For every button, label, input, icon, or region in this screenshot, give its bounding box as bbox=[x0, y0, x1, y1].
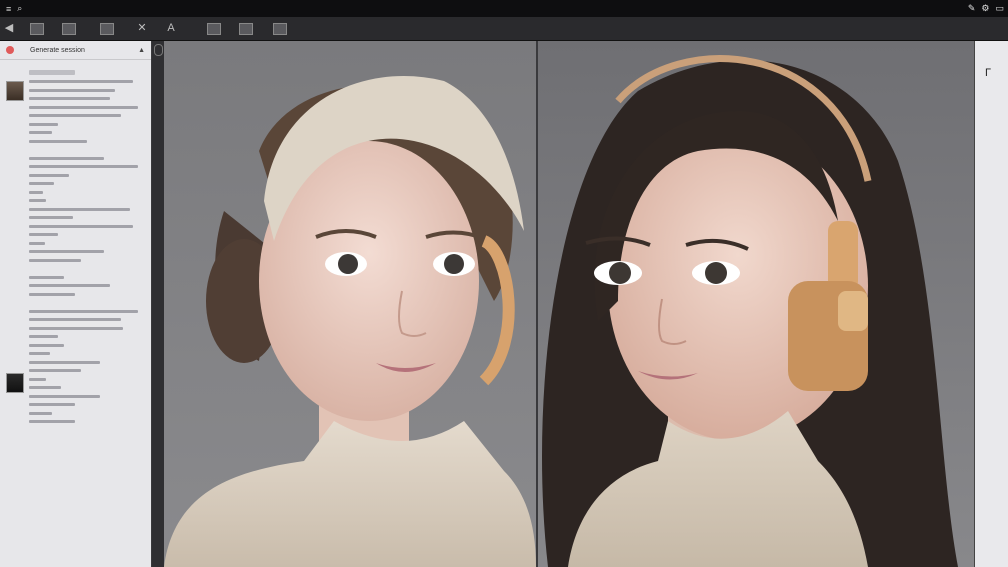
panel-glyph[interactable]: Γ bbox=[985, 67, 991, 79]
list-item[interactable] bbox=[29, 250, 104, 253]
list-item[interactable] bbox=[29, 139, 87, 143]
layers-icon[interactable] bbox=[62, 23, 76, 35]
list-item[interactable] bbox=[29, 292, 75, 296]
list-item[interactable] bbox=[29, 275, 64, 279]
list-item[interactable] bbox=[29, 352, 50, 355]
history-thumbnail[interactable] bbox=[6, 373, 24, 393]
properties-panel: Γ bbox=[974, 41, 1008, 567]
history-list bbox=[29, 64, 144, 423]
list-item[interactable] bbox=[29, 173, 70, 177]
list-item[interactable] bbox=[29, 403, 75, 406]
list-item[interactable] bbox=[29, 216, 73, 219]
list-item[interactable] bbox=[29, 369, 81, 372]
close-icon[interactable]: ✕ bbox=[136, 21, 148, 35]
list-item[interactable] bbox=[29, 326, 124, 330]
frame-icon[interactable] bbox=[207, 23, 221, 35]
list-item[interactable] bbox=[29, 122, 58, 126]
list-item[interactable] bbox=[29, 97, 110, 100]
list-item[interactable] bbox=[29, 114, 121, 117]
list-item[interactable] bbox=[29, 420, 75, 423]
list-item[interactable] bbox=[29, 386, 62, 389]
list-item[interactable] bbox=[29, 69, 75, 75]
system-tray: ✎ ⚙ ▭ bbox=[968, 0, 1004, 17]
search-icon[interactable]: ⌕ bbox=[17, 3, 22, 14]
window-icon[interactable]: ▭ bbox=[995, 3, 1004, 14]
list-item[interactable] bbox=[29, 360, 101, 364]
menu-icon[interactable]: ≡ bbox=[6, 4, 11, 14]
list-item[interactable] bbox=[29, 318, 121, 321]
history-thumbnail[interactable] bbox=[6, 81, 24, 101]
list-item[interactable] bbox=[29, 241, 46, 245]
system-bar: ≡ ⌕ ✎ ⚙ ▭ bbox=[0, 0, 1008, 17]
list-item[interactable] bbox=[29, 207, 131, 211]
text-tool-icon[interactable]: A bbox=[165, 21, 177, 35]
list-item[interactable] bbox=[29, 131, 52, 134]
back-icon[interactable]: ◀ bbox=[4, 21, 14, 35]
history-panel-header: Generate session ▲ bbox=[0, 41, 151, 60]
list-item[interactable] bbox=[29, 343, 64, 347]
grid-icon[interactable] bbox=[273, 23, 287, 35]
history-panel-title: Generate session bbox=[30, 46, 85, 54]
history-panel: Generate session ▲ bbox=[0, 41, 153, 567]
list-item[interactable] bbox=[29, 377, 47, 381]
list-item[interactable] bbox=[29, 233, 58, 236]
list-item[interactable] bbox=[29, 165, 139, 168]
generated-image-blonde-headband[interactable] bbox=[164, 41, 536, 567]
list-item[interactable] bbox=[29, 199, 47, 202]
portrait-image bbox=[542, 55, 958, 567]
crop-icon[interactable] bbox=[100, 23, 114, 35]
list-item[interactable] bbox=[29, 284, 110, 287]
toolbar: ◀ ✕ A bbox=[0, 17, 1008, 41]
list-item[interactable] bbox=[29, 309, 139, 313]
status-dot-icon bbox=[6, 46, 14, 54]
image-canvas bbox=[164, 41, 974, 567]
portrait-image bbox=[164, 76, 536, 567]
list-item[interactable] bbox=[29, 105, 139, 109]
list-item[interactable] bbox=[29, 88, 116, 92]
list-item[interactable] bbox=[29, 190, 43, 194]
list-item[interactable] bbox=[29, 182, 55, 185]
list-item[interactable] bbox=[29, 224, 133, 228]
list-item[interactable] bbox=[29, 80, 133, 83]
list-item[interactable] bbox=[29, 394, 101, 398]
panel-scrollbar[interactable] bbox=[152, 41, 164, 567]
scroll-knob[interactable] bbox=[154, 44, 163, 56]
pen-icon[interactable]: ✎ bbox=[968, 3, 976, 14]
panel-icon[interactable] bbox=[30, 23, 44, 35]
list-item[interactable] bbox=[29, 411, 52, 415]
list-item[interactable] bbox=[29, 335, 58, 338]
collapse-icon[interactable]: ▲ bbox=[138, 47, 145, 54]
list-item[interactable] bbox=[29, 156, 104, 160]
image-icon[interactable] bbox=[239, 23, 253, 35]
generated-image-dark-hair-headphones[interactable] bbox=[538, 41, 974, 567]
settings-icon[interactable]: ⚙ bbox=[981, 3, 989, 14]
list-item[interactable] bbox=[29, 258, 81, 262]
